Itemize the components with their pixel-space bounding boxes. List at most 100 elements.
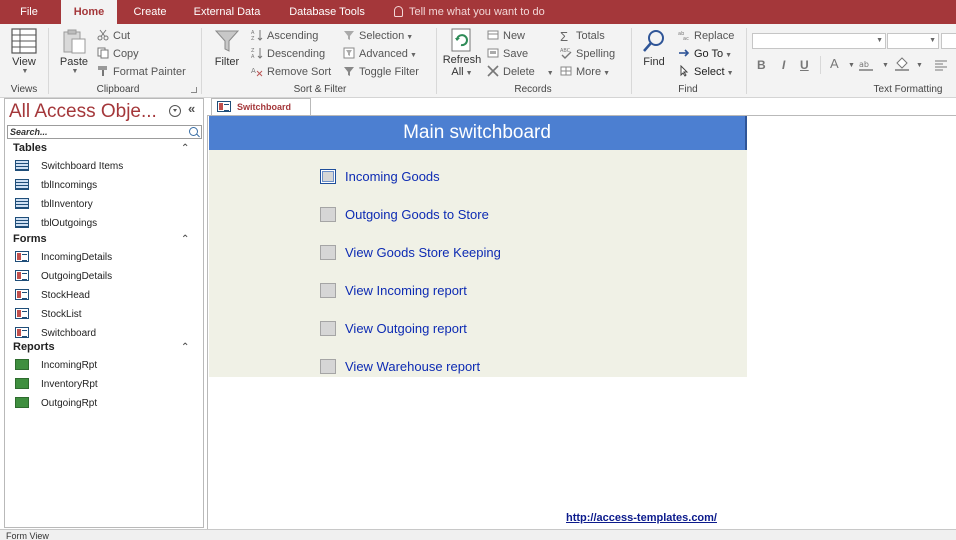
switchboard-command-button[interactable] bbox=[320, 321, 336, 336]
ribbon-separator bbox=[746, 28, 747, 94]
nav-menu-dropdown-icon[interactable] bbox=[169, 105, 181, 117]
switchboard-item[interactable]: Outgoing Goods to Store bbox=[320, 206, 580, 226]
more-label: More bbox=[576, 66, 602, 78]
delete-record-button[interactable]: Delete ▼ bbox=[487, 64, 554, 80]
toggle-filter-icon bbox=[344, 67, 354, 76]
format-painter-button[interactable]: Format Painter bbox=[97, 64, 186, 80]
sort-ascending-icon: AZ bbox=[251, 30, 263, 41]
paste-button[interactable]: Paste ▼ bbox=[56, 28, 92, 75]
nav-object-item[interactable]: IncomingRpt bbox=[15, 358, 97, 374]
tab-create[interactable]: Create bbox=[122, 0, 178, 24]
switchboard-item[interactable]: View Outgoing report bbox=[320, 320, 580, 340]
svg-text:A: A bbox=[251, 67, 256, 75]
svg-text:Z: Z bbox=[251, 36, 255, 41]
switchboard-command-button[interactable] bbox=[320, 207, 336, 222]
nav-object-item[interactable]: StockHead bbox=[15, 288, 90, 304]
fill-dropdown-caret: ▼ bbox=[916, 62, 923, 69]
toggle-filter-button[interactable]: Toggle Filter bbox=[343, 64, 419, 80]
collapse-chevron-icon[interactable]: ⌃ bbox=[181, 234, 189, 245]
nav-object-item[interactable]: StockList bbox=[15, 307, 82, 323]
website-link[interactable]: http://access-templates.com/ bbox=[566, 512, 717, 524]
more-button[interactable]: More ▼ bbox=[560, 64, 610, 80]
go-to-button[interactable]: Go To ▼ bbox=[678, 46, 732, 62]
totals-button[interactable]: Σ Totals bbox=[560, 28, 605, 44]
nav-search-box bbox=[7, 125, 202, 139]
nav-section-header[interactable]: Forms bbox=[13, 233, 47, 245]
funnel-icon bbox=[214, 30, 240, 52]
switchboard-item-label[interactable]: View Incoming report bbox=[345, 282, 467, 300]
fill-bucket-icon[interactable] bbox=[894, 57, 912, 71]
find-button[interactable]: Find bbox=[638, 28, 670, 68]
extra-combo[interactable] bbox=[941, 33, 956, 49]
nav-pane-title[interactable]: All Access Obje... bbox=[9, 101, 157, 123]
switchboard-item-label[interactable]: View Outgoing report bbox=[345, 320, 467, 338]
copy-button[interactable]: Copy bbox=[97, 46, 139, 62]
form-object-icon bbox=[217, 101, 231, 112]
save-record-button[interactable]: Save bbox=[487, 46, 528, 62]
nav-object-item[interactable]: OutgoingRpt bbox=[15, 396, 97, 412]
nav-object-item[interactable]: tblInventory bbox=[15, 197, 93, 213]
document-tab-switchboard[interactable]: Switchboard bbox=[211, 98, 311, 115]
switchboard-command-button[interactable] bbox=[320, 359, 336, 374]
toggle-filter-label: Toggle Filter bbox=[359, 66, 419, 78]
switchboard-item-label[interactable]: Outgoing Goods to Store bbox=[345, 206, 489, 224]
italic-button[interactable]: I bbox=[782, 58, 785, 72]
refresh-all-button[interactable]: Refresh All ▼ bbox=[442, 28, 482, 78]
nav-object-item[interactable]: Switchboard bbox=[15, 326, 96, 342]
totals-label: Totals bbox=[576, 30, 605, 42]
nav-object-item[interactable]: tblOutgoings bbox=[15, 216, 97, 232]
nav-object-item[interactable]: OutgoingDetails bbox=[15, 269, 112, 285]
nav-object-label: InventoryRpt bbox=[41, 379, 98, 390]
nav-object-item[interactable]: Switchboard Items bbox=[15, 159, 123, 175]
tab-database-tools[interactable]: Database Tools bbox=[280, 0, 374, 24]
switchboard-item-label[interactable]: View Warehouse report bbox=[345, 358, 480, 376]
remove-sort-button[interactable]: A Remove Sort bbox=[251, 64, 331, 80]
nav-object-item[interactable]: IncomingDetails bbox=[15, 250, 112, 266]
replace-button[interactable]: ab ac Replace bbox=[678, 28, 734, 44]
tab-home[interactable]: Home bbox=[61, 0, 117, 24]
nav-search-input[interactable] bbox=[8, 126, 184, 138]
nav-object-item[interactable]: tblIncomings bbox=[15, 178, 97, 194]
bold-button[interactable]: B bbox=[757, 58, 766, 72]
filter-label: Filter bbox=[214, 56, 240, 68]
switchboard-command-button[interactable] bbox=[320, 245, 336, 260]
font-name-combo[interactable]: ▼ bbox=[752, 33, 886, 49]
selection-button[interactable]: Selection ▼ bbox=[343, 28, 413, 44]
filter-button[interactable]: Filter bbox=[210, 28, 244, 68]
nav-object-label: tblIncomings bbox=[41, 180, 98, 191]
switchboard-item-label[interactable]: Incoming Goods bbox=[345, 168, 440, 186]
tell-me-box[interactable]: Tell me what you want to do bbox=[394, 0, 545, 24]
cut-button[interactable]: Cut bbox=[97, 28, 130, 44]
view-button[interactable]: View ▼ bbox=[6, 28, 42, 75]
new-record-button[interactable]: New bbox=[487, 28, 525, 44]
table-icon bbox=[15, 160, 29, 171]
search-icon[interactable] bbox=[189, 127, 198, 136]
tab-file[interactable]: File bbox=[0, 0, 58, 24]
highlight-icon[interactable]: ab bbox=[858, 58, 876, 72]
collapse-chevron-icon[interactable]: ⌃ bbox=[181, 342, 189, 353]
font-size-combo[interactable]: ▼ bbox=[887, 33, 939, 49]
underline-button[interactable]: U bbox=[800, 58, 809, 72]
switchboard-command-button[interactable] bbox=[320, 169, 336, 184]
nav-object-item[interactable]: InventoryRpt bbox=[15, 377, 98, 393]
tab-external-data[interactable]: External Data bbox=[186, 0, 268, 24]
switchboard-item[interactable]: Incoming Goods bbox=[320, 168, 580, 188]
switchboard-item[interactable]: View Goods Store Keeping bbox=[320, 244, 580, 264]
align-left-icon[interactable] bbox=[934, 59, 948, 71]
font-size-dropdown-caret: ▼ bbox=[929, 37, 936, 44]
switchboard-command-button[interactable] bbox=[320, 283, 336, 298]
switchboard-item-label[interactable]: View Goods Store Keeping bbox=[345, 244, 501, 262]
font-color-button[interactable]: A bbox=[830, 56, 839, 71]
spelling-button[interactable]: ABC Spelling bbox=[560, 46, 615, 62]
nav-section-header[interactable]: Reports bbox=[13, 341, 55, 353]
clipboard-launcher-icon[interactable] bbox=[191, 87, 197, 93]
shutter-bar-collapse-icon[interactable]: « bbox=[188, 101, 195, 116]
select-button[interactable]: Select ▼ bbox=[678, 64, 734, 80]
collapse-chevron-icon[interactable]: ⌃ bbox=[181, 143, 189, 154]
descending-button[interactable]: Z A Descending bbox=[251, 46, 325, 62]
nav-section-header[interactable]: Tables bbox=[13, 142, 47, 154]
ascending-button[interactable]: A Z Ascending bbox=[251, 28, 318, 44]
advanced-button[interactable]: Advanced ▼ bbox=[343, 46, 417, 62]
switchboard-item[interactable]: View Incoming report bbox=[320, 282, 580, 302]
switchboard-item[interactable]: View Warehouse report bbox=[320, 358, 580, 378]
